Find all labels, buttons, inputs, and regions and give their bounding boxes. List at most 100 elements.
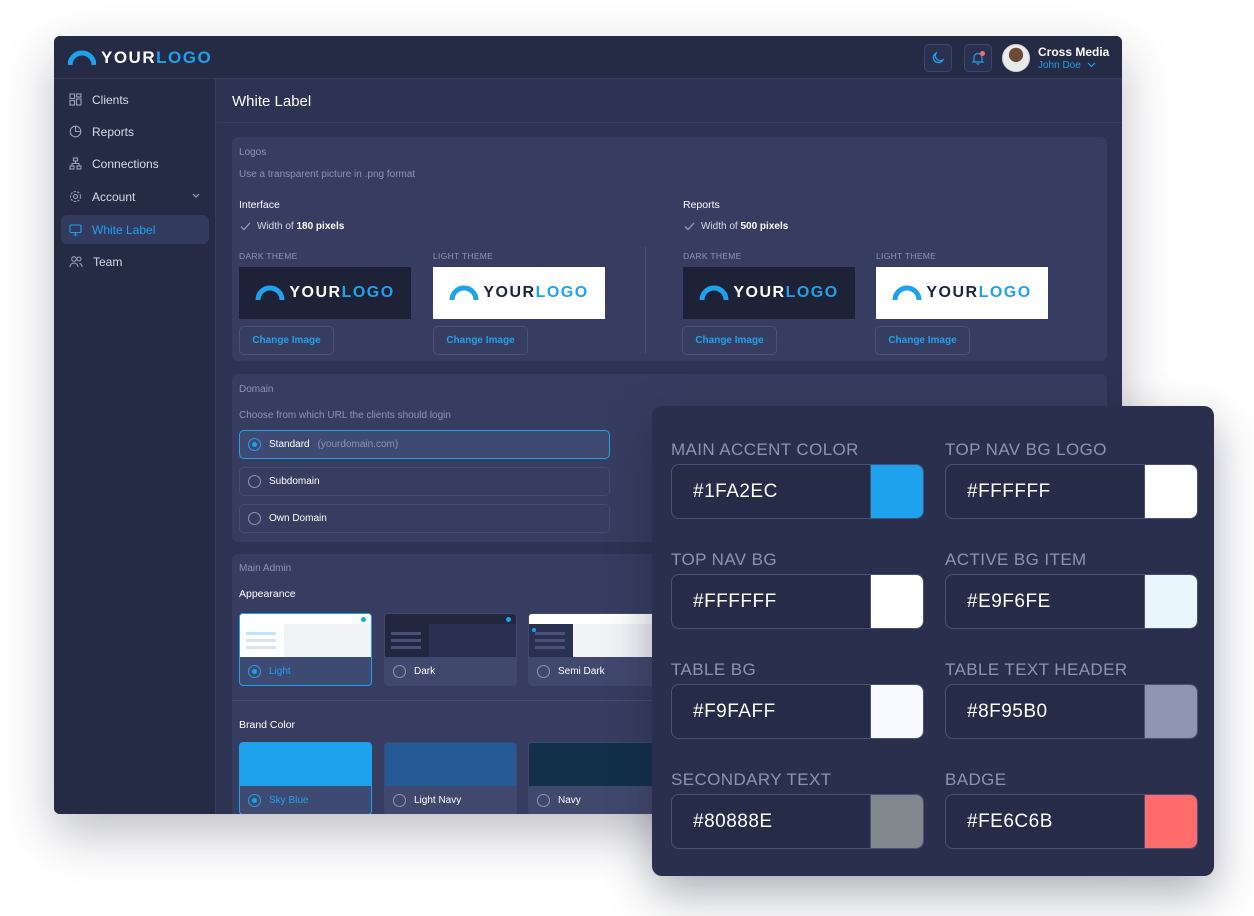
option-label: Semi Dark bbox=[558, 666, 605, 677]
page-header: White Label bbox=[217, 79, 1122, 123]
radio-button[interactable] bbox=[537, 794, 550, 807]
option-label: Light bbox=[269, 666, 291, 677]
semi-dark-preview bbox=[529, 614, 660, 657]
brand-color-sky-blue[interactable]: Sky Blue bbox=[239, 742, 372, 814]
main-accent-color-field[interactable]: #1FA2EC bbox=[671, 464, 924, 519]
notifications-button[interactable] bbox=[964, 44, 992, 72]
sidebar-item-account[interactable]: Account bbox=[61, 182, 209, 211]
color-settings-panel: MAIN ACCENT COLOR #1FA2EC TOP NAV BG LOG… bbox=[652, 406, 1214, 876]
radio-button[interactable] bbox=[393, 665, 406, 678]
table-text-header-label: TABLE TEXT HEADER bbox=[945, 660, 1128, 679]
moon-icon bbox=[932, 51, 945, 64]
table-bg-field[interactable]: #F9FAFF bbox=[671, 684, 924, 739]
checkmark-icon bbox=[240, 222, 251, 231]
logo-arc-icon bbox=[255, 285, 285, 301]
sidebar-item-reports[interactable]: Reports bbox=[61, 117, 209, 146]
company-name: Cross Media bbox=[1038, 44, 1110, 59]
hierarchy-icon bbox=[69, 157, 82, 170]
main-admin-section-title: Main Admin bbox=[239, 563, 292, 574]
brand-logo[interactable]: YOURLOGO bbox=[68, 47, 212, 69]
brand-color-navy[interactable]: Navy bbox=[528, 742, 661, 814]
domain-hint: Choose from which URL the clients should… bbox=[239, 410, 451, 421]
secondary-text-field[interactable]: #80888E bbox=[671, 794, 924, 849]
badge-label: BADGE bbox=[945, 770, 1007, 789]
logo-arc-icon bbox=[892, 285, 922, 301]
sidebar-item-team[interactable]: Team bbox=[61, 247, 209, 276]
reports-width-note: Width of 500 pixels bbox=[684, 221, 788, 232]
logo-text-main: YOUR bbox=[101, 48, 157, 67]
sidebar-item-label: Team bbox=[93, 254, 123, 269]
reports-dark-theme-label: DARK THEME bbox=[683, 251, 742, 261]
sidebar-item-label: Account bbox=[92, 189, 136, 204]
dark-mode-toggle[interactable] bbox=[924, 44, 952, 72]
change-image-button[interactable]: Change Image bbox=[433, 326, 528, 355]
active-bg-item-label: ACTIVE BG ITEM bbox=[945, 550, 1087, 569]
chevron-down-icon bbox=[192, 193, 200, 198]
option-label: Sky Blue bbox=[269, 795, 309, 806]
domain-option-subdomain[interactable]: Subdomain bbox=[239, 467, 610, 496]
change-image-button[interactable]: Change Image bbox=[875, 326, 970, 355]
color-swatch[interactable] bbox=[870, 465, 923, 518]
option-label: Light Navy bbox=[414, 795, 462, 806]
color-value: #E9F6FE bbox=[967, 591, 1051, 612]
domain-option-standard[interactable]: Standard (yourdomain.com) bbox=[239, 430, 610, 459]
sidebar-item-label: White Label bbox=[92, 222, 156, 237]
interface-width-note: Width of 180 pixels bbox=[240, 221, 344, 232]
gear-icon bbox=[69, 190, 82, 203]
appearance-option-dark[interactable]: Dark bbox=[384, 613, 517, 686]
color-swatch[interactable] bbox=[1144, 575, 1197, 628]
sidebar-item-clients[interactable]: Clients bbox=[61, 85, 209, 114]
color-value: #1FA2EC bbox=[693, 481, 778, 502]
interface-dark-theme-label: DARK THEME bbox=[239, 251, 298, 261]
brand-color-light-navy[interactable]: Light Navy bbox=[384, 742, 517, 814]
main-accent-color-label: MAIN ACCENT COLOR bbox=[671, 440, 859, 459]
top-nav-bg-label: TOP NAV BG bbox=[671, 550, 778, 569]
radio-button[interactable] bbox=[248, 438, 261, 451]
badge-field[interactable]: #FE6C6B bbox=[945, 794, 1198, 849]
logo-arc-icon bbox=[449, 285, 479, 301]
logo-arc-icon bbox=[699, 285, 729, 301]
color-swatch[interactable] bbox=[1144, 465, 1197, 518]
pie-chart-icon bbox=[69, 125, 82, 138]
radio-button[interactable] bbox=[537, 665, 550, 678]
grid-icon bbox=[69, 93, 82, 106]
logos-section-title: Logos bbox=[239, 147, 267, 158]
color-swatch[interactable] bbox=[870, 575, 923, 628]
table-bg-label: TABLE BG bbox=[671, 660, 757, 679]
radio-button[interactable] bbox=[393, 794, 406, 807]
interface-light-logo-preview: YOURLOGO bbox=[433, 267, 605, 319]
domain-section-title: Domain bbox=[239, 384, 274, 395]
reports-title: Reports bbox=[683, 199, 720, 211]
top-nav: YOURLOGO Cross Media John Doe bbox=[54, 36, 1122, 79]
change-image-button[interactable]: Change Image bbox=[682, 326, 777, 355]
logo-arc-icon bbox=[68, 50, 96, 66]
domain-option-own-domain[interactable]: Own Domain bbox=[239, 504, 610, 533]
color-swatch[interactable] bbox=[870, 685, 923, 738]
table-text-header-field[interactable]: #8F95B0 bbox=[945, 684, 1198, 739]
radio-button[interactable] bbox=[248, 475, 261, 488]
appearance-option-semi-dark[interactable]: Semi Dark bbox=[528, 613, 661, 686]
reports-dark-logo-preview: YOURLOGO bbox=[683, 267, 855, 319]
active-bg-item-field[interactable]: #E9F6FE bbox=[945, 574, 1198, 629]
brand-color-title: Brand Color bbox=[239, 719, 296, 731]
top-nav-bg-logo-label: TOP NAV BG LOGO bbox=[945, 440, 1107, 459]
top-nav-bg-logo-field[interactable]: #FFFFFF bbox=[945, 464, 1198, 519]
sidebar-item-white-label[interactable]: White Label bbox=[61, 215, 209, 244]
sidebar-item-label: Clients bbox=[92, 92, 129, 107]
radio-button[interactable] bbox=[248, 794, 261, 807]
change-image-button[interactable]: Change Image bbox=[239, 326, 334, 355]
user-menu[interactable]: Cross Media John Doe bbox=[1002, 44, 1109, 72]
color-swatch bbox=[529, 743, 660, 786]
color-swatch[interactable] bbox=[870, 795, 923, 848]
color-swatch[interactable] bbox=[1144, 685, 1197, 738]
appearance-title: Appearance bbox=[239, 588, 296, 600]
color-swatch[interactable] bbox=[1144, 795, 1197, 848]
appearance-option-light[interactable]: Light bbox=[239, 613, 372, 686]
checkmark-icon bbox=[684, 222, 695, 231]
option-label: Subdomain bbox=[269, 476, 320, 487]
radio-button[interactable] bbox=[248, 665, 261, 678]
sidebar-item-connections[interactable]: Connections bbox=[61, 149, 209, 178]
radio-button[interactable] bbox=[248, 512, 261, 525]
top-nav-bg-field[interactable]: #FFFFFF bbox=[671, 574, 924, 629]
main-admin-divider bbox=[232, 700, 652, 701]
